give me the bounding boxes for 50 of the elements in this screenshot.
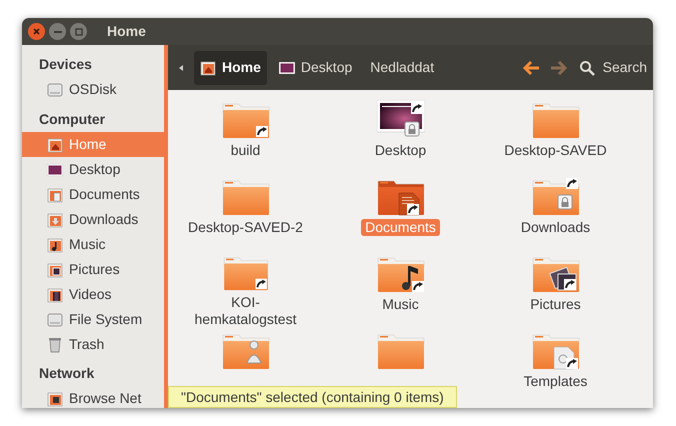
sidebar-item[interactable]: File System [22, 307, 164, 332]
desktop-icon [47, 164, 63, 176]
download-folder-icon [47, 212, 63, 228]
file-label[interactable]: Desktop [370, 142, 430, 159]
path-button[interactable]: Nedladdat [364, 50, 440, 84]
sidebar-heading: Devices [38, 55, 93, 74]
minimize-icon [54, 30, 62, 32]
arrow-left-icon [522, 60, 540, 74]
sidebar-item[interactable]: Downloads [22, 207, 164, 232]
documents-folder-icon [47, 186, 63, 202]
caret-left-icon [179, 64, 183, 70]
path-button[interactable]: Home [194, 50, 267, 84]
file-label[interactable]: build [226, 142, 264, 159]
maximize-button[interactable] [70, 23, 87, 40]
search-icon [578, 60, 595, 76]
video-folder-icon [47, 286, 63, 302]
sidebar-item[interactable]: Documents [22, 182, 164, 207]
sidebar-item[interactable]: OSDisk [22, 77, 164, 102]
home-folder-icon [47, 136, 63, 152]
file-label[interactable]: Desktop-SAVED-2 [184, 219, 307, 236]
sidebar-item[interactable]: Pictures [22, 257, 164, 282]
home-folder-icon [200, 60, 216, 76]
drive-icon [47, 312, 63, 326]
search-button[interactable]: Search [578, 52, 647, 82]
music-folder-icon [47, 236, 63, 252]
status-tooltip: "Documents" selected (containing 0 items) [168, 386, 457, 408]
drive-icon [47, 82, 63, 96]
trash-icon [48, 336, 62, 352]
file-label[interactable]: Pictures [526, 296, 585, 313]
window-title: Home [107, 22, 146, 41]
close-icon [33, 28, 40, 35]
file-label[interactable]: Music [378, 296, 423, 313]
sidebar-item[interactable]: Browse Net [22, 386, 164, 408]
sidebar-heading: Network [38, 364, 96, 383]
arrow-right-icon [550, 60, 568, 74]
close-button[interactable] [28, 23, 45, 40]
file-label[interactable]: KOI-hemkatalogstest [180, 294, 310, 328]
picture-folder-icon [47, 262, 63, 278]
path-button[interactable]: Desktop [272, 50, 358, 84]
maximize-icon [74, 28, 82, 36]
file-label[interactable]: Templates [520, 373, 592, 390]
file-label[interactable]: Desktop-SAVED [500, 142, 611, 159]
sidebar-item[interactable]: Music [22, 232, 164, 257]
sidebar-item[interactable]: Desktop [22, 157, 164, 182]
desktop-icon [278, 62, 295, 74]
file-label[interactable]: Downloads [516, 219, 594, 236]
sidebar-item[interactable]: Videos [22, 282, 164, 307]
minimize-button[interactable] [49, 23, 66, 40]
sidebar-item[interactable]: Trash [22, 332, 164, 357]
sidebar-heading: Computer [38, 110, 106, 129]
